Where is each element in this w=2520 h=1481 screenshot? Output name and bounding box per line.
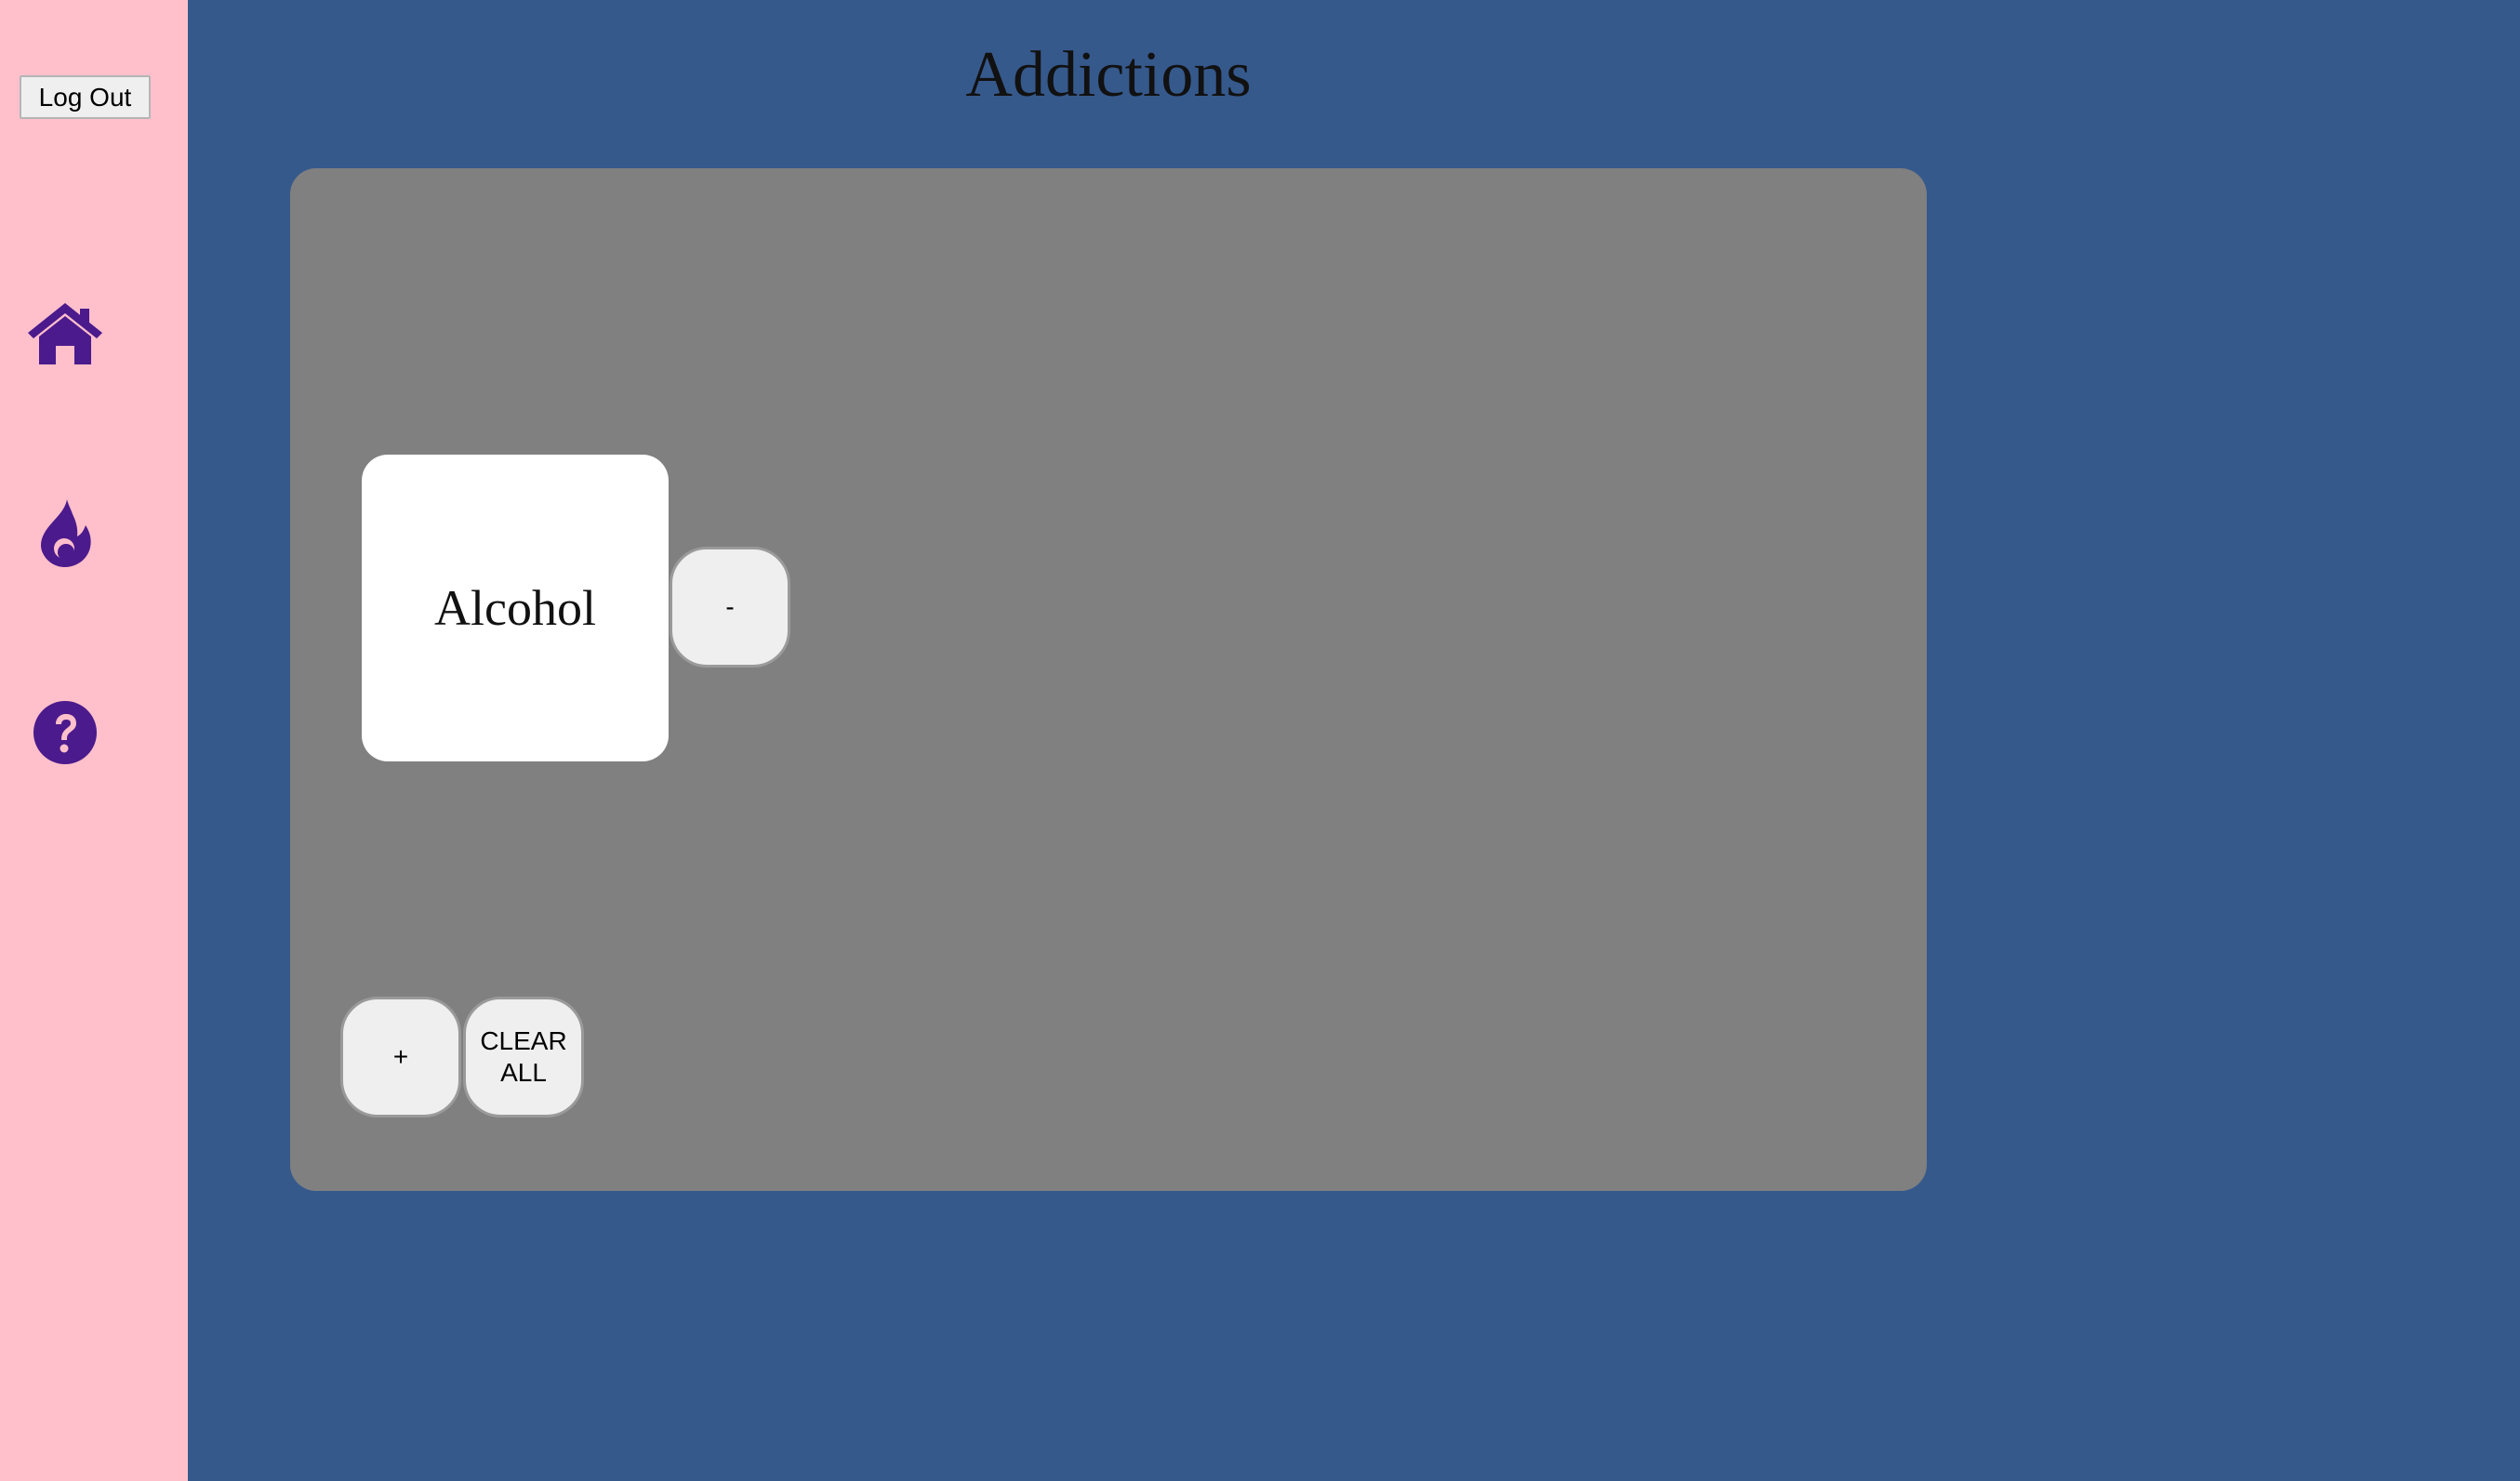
remove-addiction-button[interactable]: -: [670, 547, 790, 668]
page-title: Addictions: [965, 39, 1252, 111]
clear-all-button[interactable]: CLEAR ALL: [463, 997, 584, 1117]
add-addiction-button[interactable]: +: [340, 997, 461, 1117]
help-icon[interactable]: [24, 692, 106, 774]
logout-button[interactable]: Log Out: [20, 75, 151, 119]
addictions-panel: Alcohol - + CLEAR ALL: [290, 168, 1927, 1191]
fire-icon[interactable]: [24, 492, 106, 574]
sidebar: Log Out: [0, 0, 188, 1481]
home-icon[interactable]: [24, 293, 106, 375]
addiction-label: Alcohol: [434, 580, 596, 636]
addiction-card[interactable]: Alcohol: [362, 455, 669, 761]
